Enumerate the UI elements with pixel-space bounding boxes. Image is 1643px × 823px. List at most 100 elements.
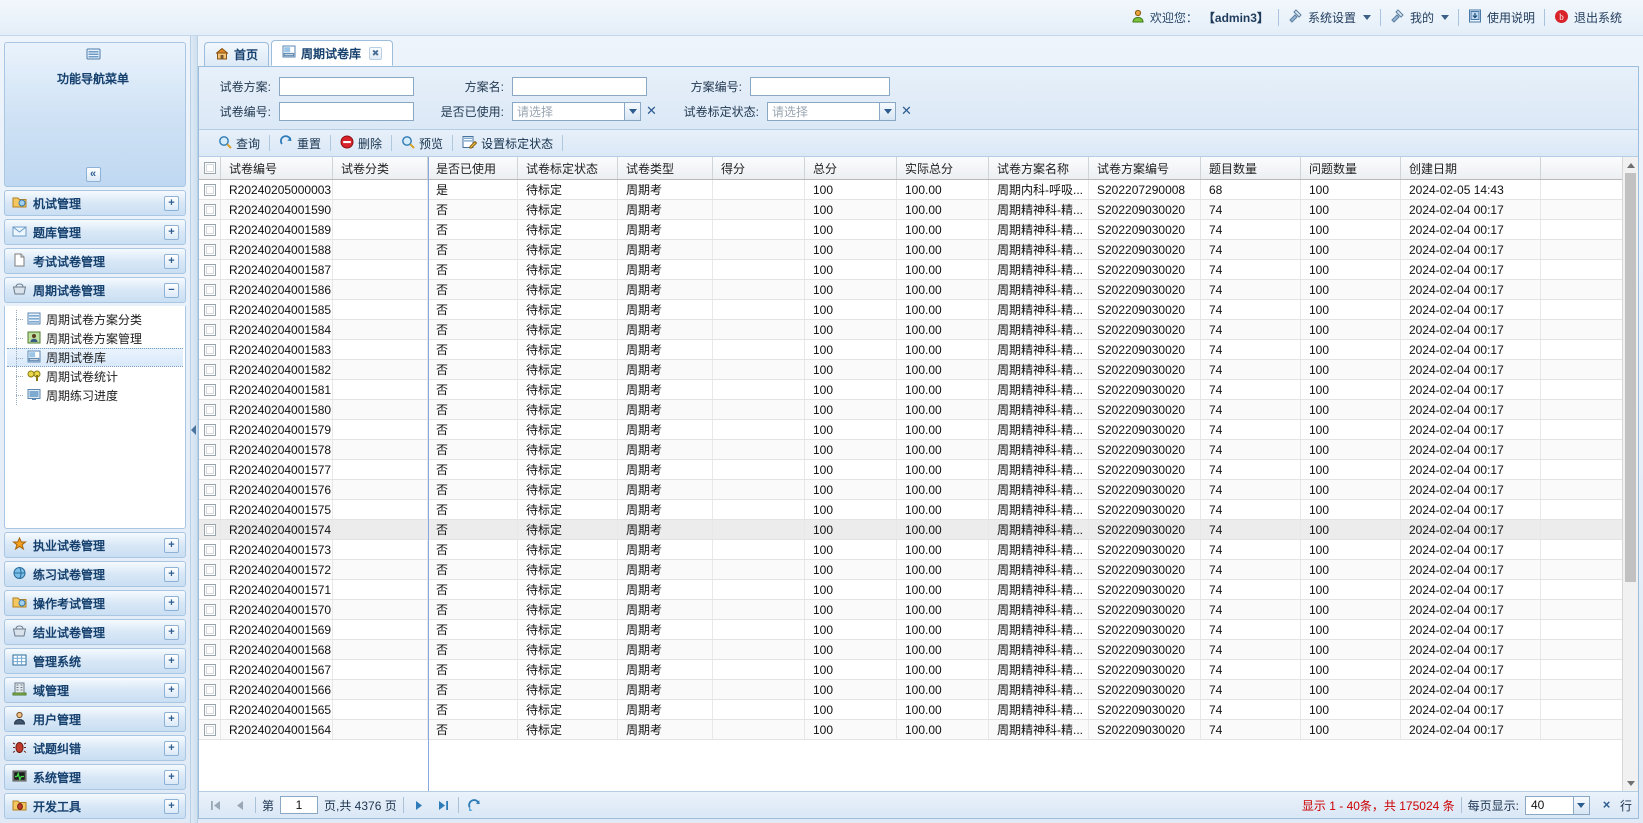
tab-home[interactable]: 首页 bbox=[204, 42, 270, 66]
row-checkbox[interactable] bbox=[203, 503, 216, 516]
next-page-icon[interactable] bbox=[410, 796, 428, 814]
column-header-cat[interactable]: 试卷分类 bbox=[333, 157, 428, 179]
chevron-down-icon[interactable] bbox=[879, 102, 896, 121]
sidebar-item-zhouqi-fangan-guanli[interactable]: 周期试卷方案管理 bbox=[7, 329, 183, 348]
last-page-icon[interactable] bbox=[434, 796, 452, 814]
scrollbar-thumb[interactable] bbox=[1625, 173, 1636, 583]
row-select-cell[interactable] bbox=[199, 380, 221, 399]
sidebar-group-kaifa-gongju[interactable]: 开发工具 + bbox=[4, 793, 186, 819]
sidebar-group-yu[interactable]: 域管理 + bbox=[4, 677, 186, 703]
sidebar-item-zhouqi-shijuan-ku[interactable]: 周期试卷库 bbox=[7, 348, 183, 367]
table-row[interactable]: R20240204001577 否待标定 周期考 100 100.00 周期精神科-精..… bbox=[199, 460, 1638, 480]
table-row[interactable]: R20240204001567 否待标定 周期考 100 100.00 周期精神科-精..… bbox=[199, 660, 1638, 680]
row-checkbox[interactable] bbox=[203, 723, 216, 736]
row-checkbox[interactable] bbox=[203, 523, 216, 536]
table-row[interactable]: R20240204001572 否待标定 周期考 100 100.00 周期精神科-精..… bbox=[199, 560, 1638, 580]
sidebar-collapse-button[interactable]: « bbox=[85, 167, 101, 182]
sidebar-group-toggle[interactable]: + bbox=[164, 682, 179, 698]
row-checkbox[interactable] bbox=[203, 183, 216, 196]
row-select-cell[interactable] bbox=[199, 500, 221, 519]
sidebar-group-toggle[interactable]: − bbox=[164, 282, 179, 298]
sidebar-group-toggle[interactable]: + bbox=[164, 711, 179, 727]
column-header-actual[interactable]: 实际总分 bbox=[897, 157, 989, 179]
row-select-cell[interactable] bbox=[199, 420, 221, 439]
column-header-created[interactable]: 创建日期 bbox=[1401, 157, 1541, 179]
sidebar-group-zhouqi[interactable]: 周期试卷管理 − bbox=[4, 277, 186, 303]
first-page-icon[interactable] bbox=[207, 796, 225, 814]
row-select-cell[interactable] bbox=[199, 700, 221, 719]
column-header-total[interactable]: 总分 bbox=[805, 157, 897, 179]
sidebar-group-tiku[interactable]: 题库管理 + bbox=[4, 219, 186, 245]
delete-button[interactable]: 删除 bbox=[331, 135, 391, 152]
refresh-icon[interactable] bbox=[465, 796, 483, 814]
sidebar-group-toggle[interactable]: + bbox=[164, 624, 179, 640]
row-select-cell[interactable] bbox=[199, 220, 221, 239]
row-select-cell[interactable] bbox=[199, 260, 221, 279]
table-row[interactable]: R20240204001576 否待标定 周期考 100 100.00 周期精神科-精..… bbox=[199, 480, 1638, 500]
select-all-header[interactable] bbox=[199, 157, 221, 179]
sidebar-group-toggle[interactable]: + bbox=[164, 537, 179, 553]
row-select-cell[interactable] bbox=[199, 440, 221, 459]
column-header-used[interactable]: 是否已使用 bbox=[428, 157, 518, 179]
row-select-cell[interactable] bbox=[199, 620, 221, 639]
sidebar-group-toggle[interactable]: + bbox=[164, 595, 179, 611]
row-checkbox[interactable] bbox=[203, 643, 216, 656]
column-header-qcount[interactable]: 题目数量 bbox=[1201, 157, 1301, 179]
scroll-down-icon[interactable] bbox=[1623, 775, 1638, 791]
sidebar-group-lianxi[interactable]: 练习试卷管理 + bbox=[4, 561, 186, 587]
prev-page-icon[interactable] bbox=[231, 796, 249, 814]
sidebar-group-toggle[interactable]: + bbox=[164, 740, 179, 756]
row-select-cell[interactable] bbox=[199, 720, 221, 739]
row-select-cell[interactable] bbox=[199, 680, 221, 699]
help-link[interactable]: 使用说明 bbox=[1459, 9, 1544, 26]
row-select-cell[interactable] bbox=[199, 240, 221, 259]
column-header-pcount[interactable]: 问题数量 bbox=[1301, 157, 1401, 179]
scroll-up-icon[interactable] bbox=[1623, 157, 1638, 173]
row-select-cell[interactable] bbox=[199, 340, 221, 359]
table-row[interactable]: R20240204001587 否待标定 周期考 100 100.00 周期精神科-精..… bbox=[199, 260, 1638, 280]
table-row[interactable]: R20240204001565 否待标定 周期考 100 100.00 周期精神科-精..… bbox=[199, 700, 1638, 720]
row-checkbox[interactable] bbox=[203, 203, 216, 216]
plan-code-input[interactable] bbox=[750, 77, 890, 96]
sidebar-item-zhouqi-fangan-fenlei[interactable]: 周期试卷方案分类 bbox=[7, 310, 183, 329]
scrollbar-track[interactable] bbox=[1623, 173, 1638, 775]
sidebar-group-toggle[interactable]: + bbox=[164, 798, 179, 814]
row-checkbox[interactable] bbox=[203, 463, 216, 476]
system-settings-menu[interactable]: 系统设置 bbox=[1279, 9, 1380, 26]
sidebar-group-toggle[interactable]: + bbox=[164, 253, 179, 269]
table-row[interactable]: R20240204001570 否待标定 周期考 100 100.00 周期精神科-精..… bbox=[199, 600, 1638, 620]
table-row[interactable]: R20240204001566 否待标定 周期考 100 100.00 周期精神科-精..… bbox=[199, 680, 1638, 700]
row-select-cell[interactable] bbox=[199, 480, 221, 499]
row-checkbox[interactable] bbox=[203, 583, 216, 596]
row-select-cell[interactable] bbox=[199, 320, 221, 339]
row-select-cell[interactable] bbox=[199, 560, 221, 579]
row-checkbox[interactable] bbox=[203, 663, 216, 676]
table-row[interactable]: R20240204001586 否待标定 周期考 100 100.00 周期精神科-精..… bbox=[199, 280, 1638, 300]
table-row[interactable]: R20240204001568 否待标定 周期考 100 100.00 周期精神科-精..… bbox=[199, 640, 1638, 660]
sidebar-group-toggle[interactable]: + bbox=[164, 195, 179, 211]
sidebar-group-toggle[interactable]: + bbox=[164, 224, 179, 240]
set-calibration-state-button[interactable]: 设置标定状态 bbox=[453, 135, 562, 152]
sidebar-group-kaoshi[interactable]: 考试试卷管理 + bbox=[4, 248, 186, 274]
sidebar-item-zhouqi-tongji[interactable]: 周期试卷统计 bbox=[7, 367, 183, 386]
sidebar-group-toggle[interactable]: + bbox=[164, 653, 179, 669]
table-row[interactable]: R20240204001579 否待标定 周期考 100 100.00 周期精神科-精..… bbox=[199, 420, 1638, 440]
calibration-state-select[interactable]: 请选择 bbox=[767, 102, 896, 121]
sidebar-group-toggle[interactable]: + bbox=[164, 566, 179, 582]
row-select-cell[interactable] bbox=[199, 200, 221, 219]
row-checkbox[interactable] bbox=[203, 323, 216, 336]
select-all-checkbox[interactable] bbox=[203, 162, 216, 174]
sidebar-item-zhouqi-jindu[interactable]: 周期练习进度 bbox=[7, 386, 183, 405]
column-header-score[interactable]: 得分 bbox=[713, 157, 805, 179]
table-row[interactable]: R20240205000003 是待标定 周期考 100 100.00 周期内科-呼吸..… bbox=[199, 180, 1638, 200]
sidebar-group-jiucuo[interactable]: 试题纠错 + bbox=[4, 735, 186, 761]
sidebar-group-xitong-guanli[interactable]: 系统管理 + bbox=[4, 764, 186, 790]
table-row[interactable]: R20240204001578 否待标定 周期考 100 100.00 周期精神科-精..… bbox=[199, 440, 1638, 460]
table-row[interactable]: R20240204001580 否待标定 周期考 100 100.00 周期精神科-精..… bbox=[199, 400, 1638, 420]
row-checkbox[interactable] bbox=[203, 683, 216, 696]
table-row[interactable]: R20240204001581 否待标定 周期考 100 100.00 周期精神科-精..… bbox=[199, 380, 1638, 400]
row-select-cell[interactable] bbox=[199, 280, 221, 299]
row-checkbox[interactable] bbox=[203, 703, 216, 716]
column-header-calib[interactable]: 试卷标定状态 bbox=[518, 157, 618, 179]
chevron-down-icon[interactable] bbox=[624, 102, 641, 121]
